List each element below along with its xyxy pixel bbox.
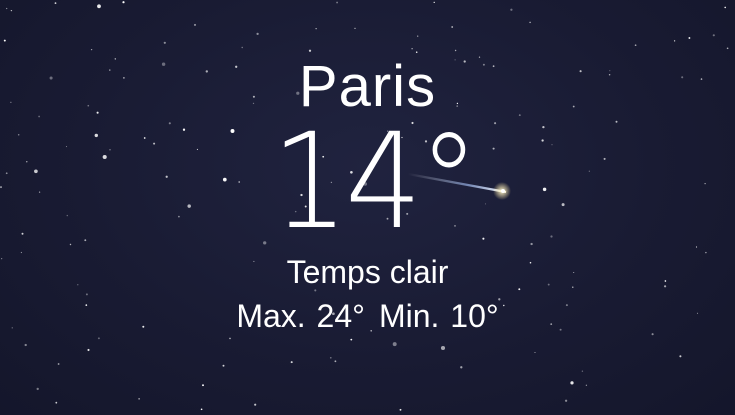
weather-condition: Temps clair: [286, 254, 449, 290]
temperature-range: Max. 24° Min. 10°: [0, 296, 735, 336]
weather-widget[interactable]: Paris 14° Temps clair Max. 24° Min. 10°: [0, 0, 735, 415]
low-temperature: Min. 10°: [378, 298, 499, 334]
current-temperature: 14°: [271, 105, 479, 259]
high-temperature: Max. 24°: [236, 298, 365, 334]
